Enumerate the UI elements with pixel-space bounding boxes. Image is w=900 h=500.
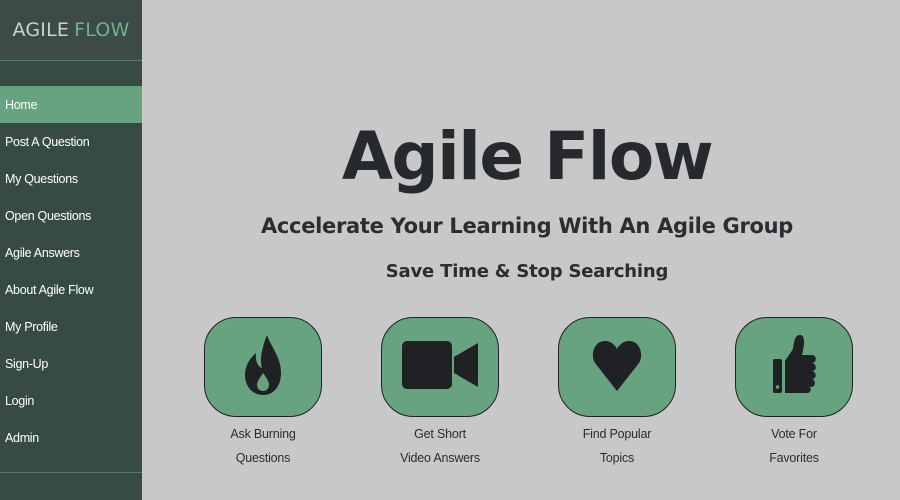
hero-title: Agile Flow <box>341 118 714 195</box>
feature-label-line1: Vote For <box>771 427 817 441</box>
nav-item-sign-up[interactable]: Sign-Up <box>0 345 142 382</box>
ask-questions-button[interactable] <box>204 317 322 417</box>
ask-questions-label: Ask Burning Questions <box>193 422 333 470</box>
feature-label-line2: Questions <box>235 451 291 465</box>
video-answers-button[interactable] <box>381 317 499 417</box>
feature-label-line2: Favorites <box>769 451 819 465</box>
brand-logo[interactable]: AGILE FLOW <box>0 0 142 61</box>
hero-tagline: Save Time & Stop Searching <box>385 261 669 282</box>
feature-vote-favorites: Vote For Favorites <box>735 317 853 470</box>
feature-label-line2: Video Answers <box>400 451 480 465</box>
brand-text-flow: FLOW <box>74 19 130 41</box>
sidebar-nav: Home Post A Question My Questions Open Q… <box>0 86 142 456</box>
vote-favorites-label: Vote For Favorites <box>724 422 864 470</box>
heart-icon <box>592 337 642 397</box>
nav-item-login[interactable]: Login <box>0 382 142 419</box>
feature-label-line2: Topics <box>599 451 635 465</box>
fire-icon <box>243 333 283 401</box>
popular-topics-button[interactable] <box>558 317 676 417</box>
nav-item-agile-answers[interactable]: Agile Answers <box>0 234 142 271</box>
brand-text-agile: AGILE <box>12 19 70 41</box>
vote-favorites-button[interactable] <box>735 317 853 417</box>
nav-item-my-questions[interactable]: My Questions <box>0 160 142 197</box>
sidebar-divider <box>0 472 142 473</box>
thumbs-up-icon <box>771 333 817 401</box>
nav-item-my-profile[interactable]: My Profile <box>0 308 142 345</box>
nav-item-about[interactable]: About Agile Flow <box>0 271 142 308</box>
nav-item-home[interactable]: Home <box>0 86 142 123</box>
feature-label-line1: Find Popular <box>582 427 652 441</box>
sidebar: AGILE FLOW Home Post A Question My Quest… <box>0 0 142 500</box>
video-camera-icon <box>400 339 480 395</box>
popular-topics-label: Find Popular Topics <box>547 422 687 470</box>
feature-label-line1: Get Short <box>414 427 466 441</box>
nav-item-open-questions[interactable]: Open Questions <box>0 197 142 234</box>
feature-label-line1: Ask Burning <box>230 427 296 441</box>
main-content: Agile Flow Accelerate Your Learning With… <box>142 0 900 500</box>
nav-item-post-question[interactable]: Post A Question <box>0 123 142 160</box>
feature-popular-topics: Find Popular Topics <box>558 317 676 470</box>
video-answers-label: Get Short Video Answers <box>370 422 510 470</box>
hero-subtitle: Accelerate Your Learning With An Agile G… <box>260 214 794 238</box>
feature-ask-questions: Ask Burning Questions <box>204 317 322 470</box>
nav-item-admin[interactable]: Admin <box>0 419 142 456</box>
feature-video-answers: Get Short Video Answers <box>381 317 499 470</box>
